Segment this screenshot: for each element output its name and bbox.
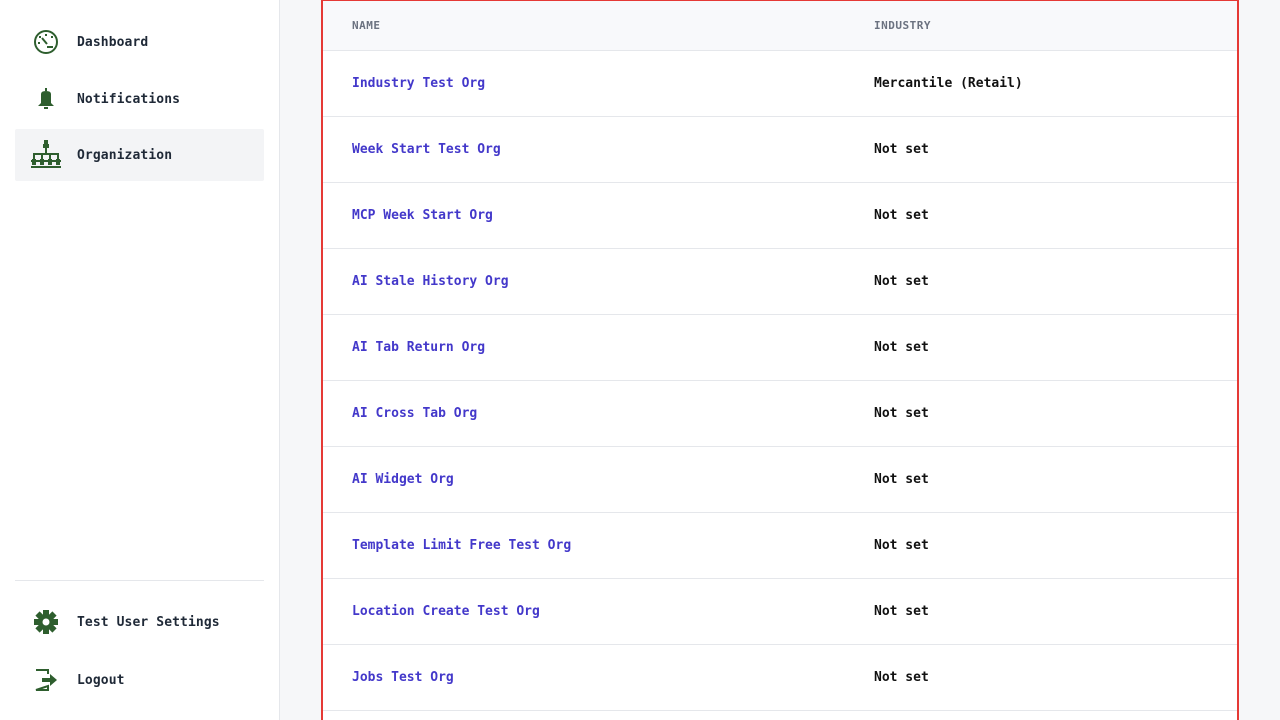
org-name-link[interactable]: Location Create Test Org [352,604,540,619]
org-name-link[interactable]: AI Cross Tab Org [352,406,477,421]
organizations-table: NAME INDUSTRY Industry Test Org Mercantil… [321,0,1239,720]
org-name-link[interactable]: AI Widget Org [352,472,454,487]
org-name-link[interactable]: Week Start Test Org [352,142,501,157]
table-row[interactable]: AI Tab Return Org Not set [323,315,1237,381]
sidebar-item-label: Dashboard [77,34,149,50]
org-industry: Not set [874,208,929,223]
org-name-link[interactable]: Jobs Test Org [352,670,454,685]
org-industry: Not set [874,340,929,355]
sidebar-item-label: Test User Settings [77,614,220,630]
sidebar-item-organization[interactable]: Organization [15,129,264,181]
table-row[interactable]: Template Limit Free Test Org Not set [323,513,1237,579]
sidebar-item-logout[interactable]: Logout [15,654,264,706]
dashboard-gauge-icon [30,26,62,58]
table-row[interactable]: Jobs Test Org Not set [323,645,1237,711]
org-industry: Not set [874,406,929,421]
org-chart-icon [30,139,62,171]
org-name-link[interactable]: Template Limit Free Test Org [352,538,571,553]
org-industry: Not set [874,670,929,685]
table-row[interactable]: Industry Test Org Mercantile (Retail) [323,51,1237,117]
org-industry: Not set [874,604,929,619]
table-header: NAME INDUSTRY [323,1,1237,51]
table-row[interactable]: Week Start Test Org Not set [323,117,1237,183]
column-header-industry[interactable]: INDUSTRY [874,19,931,32]
logout-icon [30,664,62,696]
org-name-link[interactable]: MCP Week Start Org [352,208,493,223]
org-industry: Not set [874,472,929,487]
table-row[interactable]: AI Cross Tab Org Not set [323,381,1237,447]
sidebar: Dashboard Notifications Organization Tes… [0,0,280,720]
org-industry: Not set [874,142,929,157]
sidebar-item-dashboard[interactable]: Dashboard [15,16,264,68]
org-name-link[interactable]: Industry Test Org [352,76,485,91]
org-industry: Not set [874,274,929,289]
sidebar-divider [15,580,264,581]
bell-icon [30,83,62,115]
org-industry: Mercantile (Retail) [874,76,1023,91]
gear-icon [30,606,62,638]
table-row[interactable]: AI Widget Org Not set [323,447,1237,513]
table-row[interactable]: MCP Week Start Org Not set [323,183,1237,249]
sidebar-item-label: Notifications [77,91,181,107]
table-row[interactable]: AI Stale History Org Not set [323,249,1237,315]
main-content: NAME INDUSTRY Industry Test Org Mercantil… [281,0,1280,720]
column-header-name[interactable]: NAME [352,19,381,32]
sidebar-item-notifications[interactable]: Notifications [15,73,264,125]
sidebar-item-settings[interactable]: Test User Settings [15,596,264,648]
sidebar-item-label: Logout [77,672,125,688]
sidebar-item-label: Organization [77,147,173,163]
org-name-link[interactable]: AI Tab Return Org [352,340,485,355]
org-industry: Not set [874,538,929,553]
table-row[interactable]: Location Create Test Org Not set [323,579,1237,645]
org-name-link[interactable]: AI Stale History Org [352,274,509,289]
